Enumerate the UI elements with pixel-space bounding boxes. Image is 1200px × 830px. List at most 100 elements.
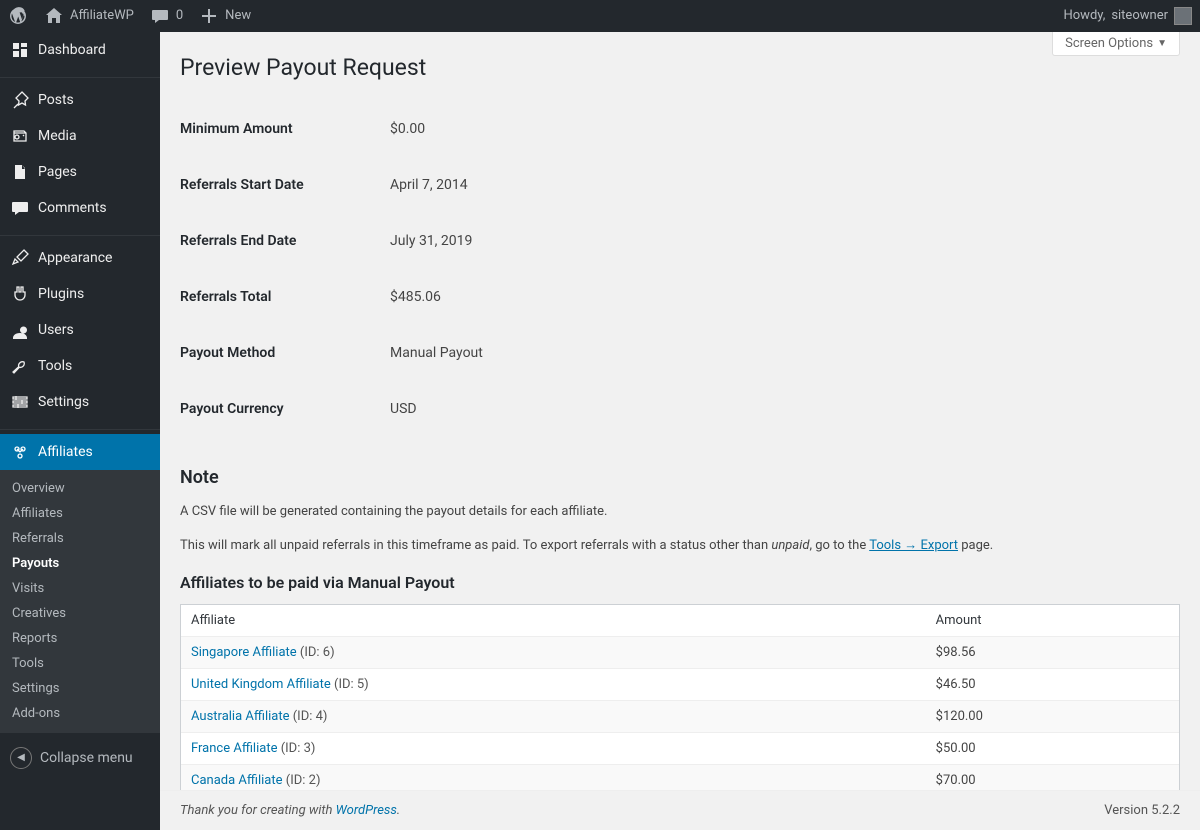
- submenu-item-payouts[interactable]: Payouts: [0, 551, 160, 576]
- note-block: A CSV file will be generated containing …: [180, 502, 1180, 555]
- field-label: Referrals Total: [180, 269, 390, 325]
- admin-sidebar: Dashboard Posts Media Pages Comments Appearan…: [0, 32, 160, 830]
- adminbar-account[interactable]: Howdy, siteowner: [1055, 0, 1200, 32]
- menu-label: Users: [38, 322, 74, 338]
- submenu-item-visits[interactable]: Visits: [0, 576, 160, 601]
- note-line2a: This will mark all unpaid referrals in t…: [180, 538, 771, 553]
- menu-item-media[interactable]: Media: [0, 118, 160, 154]
- admin-footer: Thank you for creating with WordPress. V…: [160, 790, 1200, 830]
- brush-icon: [10, 248, 30, 268]
- table-row: United Kingdom Affiliate (ID: 5)$46.50: [181, 668, 1179, 700]
- affiliate-link[interactable]: France Affiliate: [191, 741, 277, 756]
- field-label: Payout Currency: [180, 381, 390, 437]
- submenu-item-addons[interactable]: Add-ons: [0, 701, 160, 726]
- plus-icon: [199, 6, 219, 26]
- field-label: Payout Method: [180, 325, 390, 381]
- affiliate-id: (ID: 5): [331, 677, 369, 692]
- comment-icon: [150, 6, 170, 26]
- affiliate-link[interactable]: Canada Affiliate: [191, 773, 283, 788]
- field-value: April 7, 2014: [390, 157, 1180, 213]
- affiliate-amount: $50.00: [926, 732, 1179, 764]
- affiliate-link[interactable]: United Kingdom Affiliate: [191, 677, 331, 692]
- submenu-item-creatives[interactable]: Creatives: [0, 601, 160, 626]
- menu-label: Affiliates: [38, 444, 93, 460]
- payout-summary-table: Minimum Amount$0.00Referrals Start DateA…: [180, 101, 1180, 437]
- menu-item-dashboard[interactable]: Dashboard: [0, 32, 160, 68]
- footer-thanks-a: Thank you for creating with: [180, 803, 336, 818]
- adminbar-wp-logo[interactable]: [0, 0, 36, 32]
- note-line2: This will mark all unpaid referrals in t…: [180, 536, 1180, 556]
- menu-label: Appearance: [38, 250, 112, 266]
- adminbar-new-label: New: [225, 0, 251, 32]
- adminbar-username: siteowner: [1111, 0, 1168, 32]
- affiliate-id: (ID: 2): [283, 773, 321, 788]
- collapse-menu-button[interactable]: ◀ Collapse menu: [0, 732, 160, 783]
- column-header-affiliate[interactable]: Affiliate: [181, 605, 926, 636]
- field-value: USD: [390, 381, 1180, 437]
- menu-label: Comments: [38, 200, 107, 216]
- affiliate-link[interactable]: Singapore Affiliate: [191, 645, 297, 660]
- adminbar-comments-count: 0: [176, 0, 183, 32]
- affiliate-id: (ID: 3): [277, 741, 315, 756]
- affiliate-id: (ID: 6): [297, 645, 335, 660]
- dashboard-icon: [10, 40, 30, 60]
- affiliate-amount: $120.00: [926, 700, 1179, 732]
- adminbar-comments[interactable]: 0: [142, 0, 191, 32]
- adminbar-site-name[interactable]: AffiliateWP: [36, 0, 142, 32]
- table-row: Australia Affiliate (ID: 4) $120.00: [181, 700, 1179, 732]
- submenu-item-referrals[interactable]: Referrals: [0, 526, 160, 551]
- note-line2b: , go to the: [809, 538, 869, 553]
- menu-label: Plugins: [38, 286, 84, 302]
- affiliate-id: (ID: 4): [290, 709, 328, 724]
- note-line2-em: unpaid: [771, 538, 809, 553]
- menu-item-comments[interactable]: Comments: [0, 190, 160, 226]
- field-label: Minimum Amount: [180, 101, 390, 157]
- screen-options-toggle[interactable]: Screen Options ▼: [1052, 32, 1180, 56]
- tools-export-link[interactable]: Tools → Export: [869, 538, 958, 553]
- menu-label: Settings: [38, 394, 89, 410]
- menu-label: Tools: [38, 358, 72, 374]
- submenu-item-affiliates[interactable]: Affiliates: [0, 501, 160, 526]
- sliders-icon: [10, 392, 30, 412]
- menu-label: Dashboard: [38, 42, 106, 58]
- menu-label: Pages: [38, 164, 77, 180]
- screen-options-label: Screen Options: [1065, 36, 1153, 51]
- affiliates-heading: Affiliates to be paid via Manual Payout: [180, 573, 1180, 592]
- chevron-down-icon: ▼: [1157, 38, 1167, 49]
- menu-item-affiliates[interactable]: Affiliates: [0, 434, 160, 470]
- table-row: Singapore Affiliate (ID: 6)$98.56: [181, 636, 1179, 668]
- column-header-amount[interactable]: Amount: [926, 605, 1179, 636]
- menu-item-settings[interactable]: Settings: [0, 384, 160, 420]
- submenu-item-settings[interactable]: Settings: [0, 676, 160, 701]
- adminbar-new-content[interactable]: New: [191, 0, 259, 32]
- footer-version: Version 5.2.2: [1104, 803, 1180, 818]
- field-value: $0.00: [390, 101, 1180, 157]
- collapse-icon: ◀: [10, 747, 32, 769]
- submenu-item-tools[interactable]: Tools: [0, 651, 160, 676]
- note-line1: A CSV file will be generated containing …: [180, 502, 1180, 522]
- submenu-item-overview[interactable]: Overview: [0, 476, 160, 501]
- avatar: [1174, 7, 1192, 25]
- menu-item-plugins[interactable]: Plugins: [0, 276, 160, 312]
- content-area: Screen Options ▼ Preview Payout Request …: [160, 32, 1200, 830]
- plug-icon: [10, 284, 30, 304]
- pin-icon: [10, 90, 30, 110]
- media-icon: [10, 126, 30, 146]
- user-icon: [10, 320, 30, 340]
- page-title: Preview Payout Request: [180, 54, 1180, 81]
- menu-item-users[interactable]: Users: [0, 312, 160, 348]
- menu-item-tools[interactable]: Tools: [0, 348, 160, 384]
- footer-wordpress-link[interactable]: WordPress: [336, 803, 397, 818]
- menu-item-pages[interactable]: Pages: [0, 154, 160, 190]
- menu-item-posts[interactable]: Posts: [0, 82, 160, 118]
- submenu-item-reports[interactable]: Reports: [0, 626, 160, 651]
- field-label: Referrals Start Date: [180, 157, 390, 213]
- admin-bar: AffiliateWP 0 New Howdy, siteowner: [0, 0, 1200, 32]
- wrench-icon: [10, 356, 30, 376]
- menu-label: Posts: [38, 92, 74, 108]
- menu-item-appearance[interactable]: Appearance: [0, 240, 160, 276]
- affiliate-link[interactable]: Australia Affiliate: [191, 709, 290, 724]
- submenu-affiliates: OverviewAffiliatesReferralsPayoutsVisits…: [0, 470, 160, 732]
- collapse-menu-label: Collapse menu: [40, 741, 133, 775]
- note-heading: Note: [180, 467, 1180, 488]
